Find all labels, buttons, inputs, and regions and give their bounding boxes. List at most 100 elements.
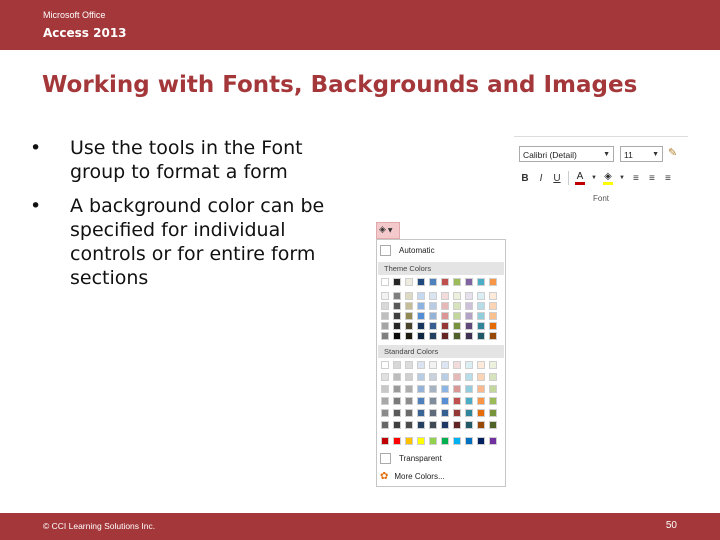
color-swatch[interactable] [405,302,413,310]
color-swatch[interactable] [393,292,401,300]
color-swatch[interactable] [417,302,425,310]
color-swatch[interactable] [489,278,497,286]
color-swatch[interactable] [429,397,437,405]
color-swatch[interactable] [477,397,485,405]
font-size-combobox[interactable]: 11 ▼ [620,146,663,162]
color-swatch[interactable] [405,385,413,393]
color-swatch[interactable] [477,292,485,300]
color-swatch[interactable] [465,322,473,330]
color-swatch[interactable] [453,397,461,405]
automatic-option[interactable]: Automatic [380,243,435,257]
color-swatch[interactable] [405,373,413,381]
color-swatch[interactable] [477,421,485,429]
color-swatch[interactable] [441,397,449,405]
color-swatch[interactable] [381,409,389,417]
color-swatch[interactable] [489,361,497,369]
color-swatch[interactable] [405,278,413,286]
color-swatch[interactable] [441,437,449,445]
color-swatch[interactable] [477,437,485,445]
color-swatch[interactable] [381,437,389,445]
color-swatch[interactable] [429,302,437,310]
color-swatch[interactable] [477,385,485,393]
align-center-button[interactable]: ≡ [647,173,657,184]
color-swatch[interactable] [381,385,389,393]
color-swatch[interactable] [465,421,473,429]
color-swatch[interactable] [489,421,497,429]
chevron-down-icon[interactable]: ▼ [603,147,610,163]
color-swatch[interactable] [465,332,473,340]
color-swatch[interactable] [465,437,473,445]
color-swatch[interactable] [429,373,437,381]
color-swatch[interactable] [393,437,401,445]
color-swatch[interactable] [465,373,473,381]
transparent-option[interactable]: Transparent [380,451,442,465]
color-swatch[interactable] [393,373,401,381]
color-swatch[interactable] [441,421,449,429]
color-swatch[interactable] [441,385,449,393]
color-swatch[interactable] [453,385,461,393]
color-swatch[interactable] [441,373,449,381]
color-swatch[interactable] [441,332,449,340]
font-color-button[interactable]: A [575,171,585,185]
color-swatch[interactable] [489,373,497,381]
color-swatch[interactable] [405,312,413,320]
color-swatch[interactable] [453,361,461,369]
chevron-down-icon[interactable]: ▼ [619,175,625,181]
color-swatch[interactable] [453,409,461,417]
color-swatch[interactable] [453,421,461,429]
color-swatch[interactable] [381,278,389,286]
color-swatch[interactable] [417,322,425,330]
color-swatch[interactable] [393,332,401,340]
color-swatch[interactable] [405,332,413,340]
color-swatch[interactable] [429,361,437,369]
color-swatch[interactable] [441,312,449,320]
color-swatch[interactable] [489,332,497,340]
color-swatch[interactable] [489,312,497,320]
color-swatch[interactable] [477,409,485,417]
color-swatch[interactable] [417,421,425,429]
color-swatch[interactable] [405,292,413,300]
format-painter-icon[interactable]: ✎ [668,146,677,159]
color-swatch[interactable] [465,361,473,369]
color-swatch[interactable] [477,312,485,320]
color-swatch[interactable] [381,397,389,405]
color-swatch[interactable] [441,292,449,300]
color-swatch[interactable] [381,292,389,300]
background-color-button[interactable]: ◈ ▼ [376,222,400,239]
color-swatch[interactable] [465,278,473,286]
color-swatch[interactable] [417,361,425,369]
color-swatch[interactable] [465,292,473,300]
color-swatch[interactable] [465,312,473,320]
color-swatch[interactable] [453,373,461,381]
color-swatch[interactable] [393,385,401,393]
color-swatch[interactable] [429,278,437,286]
color-swatch[interactable] [381,421,389,429]
color-swatch[interactable] [453,437,461,445]
color-swatch[interactable] [453,278,461,286]
color-swatch[interactable] [417,409,425,417]
chevron-down-icon[interactable]: ▼ [652,147,659,163]
color-swatch[interactable] [465,302,473,310]
chevron-down-icon[interactable]: ▼ [591,175,597,181]
color-swatch[interactable] [393,421,401,429]
color-swatch[interactable] [441,302,449,310]
color-swatch[interactable] [453,302,461,310]
fill-color-button[interactable]: ◈ [602,171,613,185]
color-swatch[interactable] [405,421,413,429]
font-name-combobox[interactable]: Calibri (Detail) ▼ [519,146,614,162]
color-swatch[interactable] [489,437,497,445]
color-swatch[interactable] [381,373,389,381]
color-swatch[interactable] [477,361,485,369]
color-swatch[interactable] [393,397,401,405]
color-swatch[interactable] [417,437,425,445]
color-swatch[interactable] [393,302,401,310]
color-swatch[interactable] [393,322,401,330]
color-swatch[interactable] [453,322,461,330]
color-swatch[interactable] [417,332,425,340]
color-swatch[interactable] [381,361,389,369]
color-swatch[interactable] [429,292,437,300]
italic-button[interactable]: I [536,173,546,184]
color-swatch[interactable] [429,409,437,417]
color-swatch[interactable] [477,322,485,330]
color-swatch[interactable] [429,332,437,340]
